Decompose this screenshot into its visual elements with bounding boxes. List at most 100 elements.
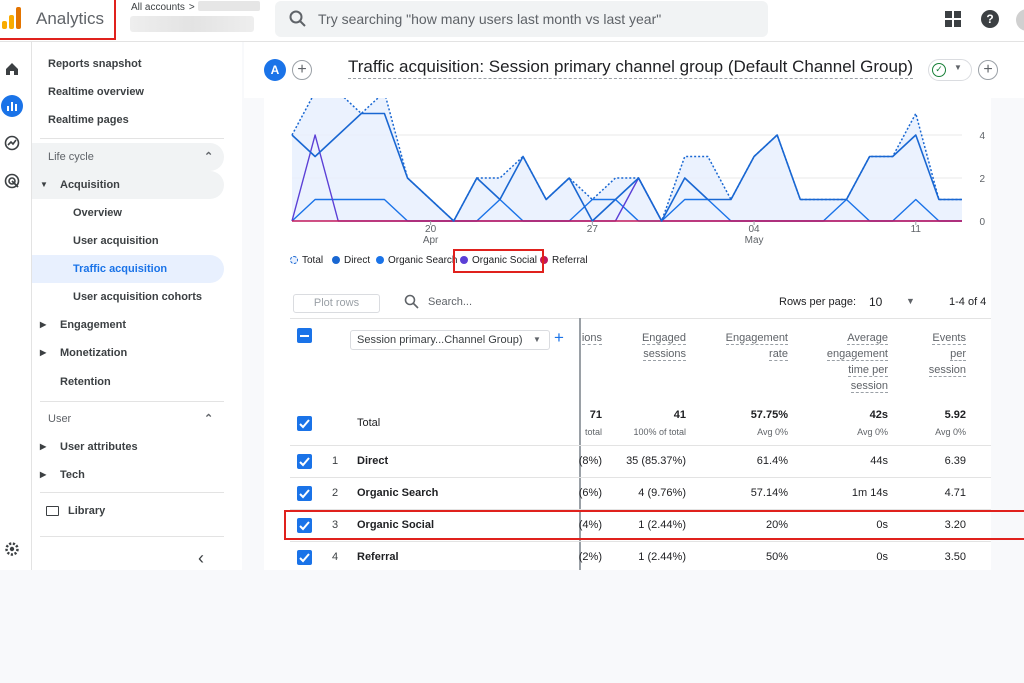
rows-per-page-select[interactable]: 10 — [869, 295, 882, 309]
x-tick-month-label: Apr — [423, 235, 439, 246]
row-channel-name[interactable]: Direct — [357, 455, 388, 467]
row-cell: 4 (9.76%) — [638, 487, 686, 499]
row-checkbox[interactable] — [297, 518, 312, 533]
search-placeholder: Try searching "how many users last month… — [318, 11, 662, 27]
dropdown-arrow-icon[interactable]: ▼ — [906, 296, 915, 306]
caret-right-icon: ▶ — [40, 470, 47, 479]
explore-icon[interactable] — [1, 132, 23, 154]
nav-traffic-acquisition[interactable]: Traffic acquisition — [32, 255, 224, 283]
legend-item-direct[interactable]: Direct — [332, 255, 370, 266]
row-cell: 20% — [765, 519, 788, 531]
row-checkbox[interactable] — [297, 486, 312, 501]
accounts-breadcrumb[interactable]: All accounts > — [131, 2, 195, 13]
column-header-sessions[interactable]: ions — [576, 330, 602, 346]
caret-right-icon: ▶ — [40, 320, 47, 329]
row-channel-name[interactable]: Organic Social — [357, 519, 434, 531]
total-cell: 57.75% — [750, 409, 788, 421]
nav-acquisition-overview[interactable]: Overview — [32, 199, 224, 227]
row-cell: 0s — [876, 551, 888, 563]
row-channel-name[interactable]: Referral — [357, 551, 399, 563]
search-bar[interactable]: Try searching "how many users last month… — [275, 1, 768, 37]
table-search-input[interactable]: Search... — [428, 296, 472, 308]
row-checkbox[interactable] — [297, 454, 312, 469]
row-divider — [290, 509, 991, 510]
nav-library[interactable]: Library — [32, 497, 224, 525]
report-navigation: Reports snapshot Realtime overview Realt… — [32, 42, 242, 570]
nav-user-attributes[interactable]: ▶ User attributes — [32, 433, 224, 461]
advertising-icon[interactable] — [1, 170, 23, 192]
column-header-engagement-rate[interactable]: Engagement rate — [712, 330, 788, 362]
nav-user-acquisition[interactable]: User acquisition — [32, 227, 224, 255]
row-channel-name[interactable]: Organic Search — [357, 487, 438, 499]
home-icon[interactable] — [1, 58, 23, 80]
row-cell: 61.4% — [756, 455, 788, 467]
settings-gear-icon[interactable] — [1, 538, 23, 560]
nav-realtime-overview[interactable]: Realtime overview — [32, 78, 224, 106]
brand-highlight[interactable]: Analytics — [0, 0, 116, 40]
column-header-engaged-sessions[interactable]: Engaged sessions — [624, 330, 686, 362]
add-comparison-icon[interactable]: + — [292, 60, 312, 80]
pagination-label: 1-4 of 4 — [949, 296, 987, 308]
app-name: Analytics — [36, 9, 105, 28]
comparison-avatar[interactable]: A — [264, 59, 286, 81]
row-number: 4 — [332, 551, 339, 563]
row-cell: 50% — [765, 551, 788, 563]
select-all-checkbox[interactable] — [297, 328, 312, 343]
add-dimension-plus-icon[interactable]: + — [554, 328, 564, 348]
nav-retention[interactable]: Retention — [32, 368, 224, 396]
total-cell: 41 — [673, 409, 686, 421]
nav-divider — [40, 536, 224, 537]
account-name-redacted — [198, 1, 260, 11]
total-row-label: Total — [357, 417, 381, 429]
legend-item-total[interactable]: Total — [290, 255, 323, 266]
legend-item-organic-search[interactable]: Organic Search — [376, 255, 457, 266]
property-name-redacted[interactable] — [130, 16, 254, 32]
dropdown-arrow-icon: ▼ — [533, 335, 541, 344]
nav-acquisition[interactable]: ▼ Acquisition — [32, 171, 224, 199]
collapse-nav-chevron-icon[interactable]: ‹ — [198, 548, 204, 569]
plot-rows-button[interactable]: Plot rows — [293, 294, 380, 313]
add-card-icon[interactable]: + — [978, 60, 998, 80]
y-tick-label: 0 — [979, 217, 985, 228]
nav-user-acquisition-cohorts[interactable]: User acquisition cohorts — [32, 283, 224, 311]
row-cell: 3.20 — [944, 519, 966, 531]
nav-monetization[interactable]: ▶ Monetization — [32, 339, 224, 367]
nav-section-lifecycle[interactable]: Life cycle ⌃ — [32, 143, 224, 171]
legend-item-referral[interactable]: Referral — [540, 255, 588, 266]
reports-icon[interactable] — [1, 95, 23, 117]
total-row-checkbox[interactable] — [297, 416, 312, 431]
caret-right-icon: ▶ — [40, 348, 47, 357]
dimension-select[interactable]: Session primary...Channel Group) ▼ — [350, 330, 550, 350]
report-header: A + Traffic acquisition: Session primary… — [244, 42, 1024, 98]
nav-engagement[interactable]: ▶ Engagement — [32, 311, 224, 339]
total-subcell: Avg 0% — [857, 427, 888, 437]
row-cell: 1m 14s — [851, 487, 888, 499]
help-icon[interactable]: ? — [981, 10, 999, 28]
row-cell: 57.14% — [750, 487, 788, 499]
report-status-dropdown[interactable]: ✓ ▼ — [928, 59, 972, 81]
account-avatar[interactable] — [1016, 9, 1024, 31]
x-tick-label: 20 — [425, 224, 437, 235]
legend-item-organic-social[interactable]: Organic Social — [460, 255, 537, 266]
row-checkbox[interactable] — [297, 550, 312, 565]
row-divider — [290, 477, 991, 478]
nav-reports-snapshot[interactable]: Reports snapshot — [32, 50, 224, 78]
chevron-up-icon: ⌃ — [204, 151, 214, 163]
total-subcell: Avg 0% — [935, 427, 966, 437]
table-toolbar: Plot rows Search... Rows per page: 10 ▼ … — [264, 288, 991, 318]
row-cell: 1 (2.44%) — [638, 519, 686, 531]
row-number: 1 — [332, 455, 339, 467]
column-header-events-per-session[interactable]: Events per session — [914, 330, 966, 378]
report-card: 0 2 4 6 20Apr 27 04May 11 Total Direct Organic … — [264, 98, 991, 570]
analytics-logo-icon — [2, 7, 22, 29]
row-cell: 1 (2.44%) — [638, 551, 686, 563]
caret-right-icon: ▶ — [40, 442, 47, 451]
caret-down-icon: ▼ — [40, 180, 48, 189]
top-bar: Analytics All accounts > Try searching "h… — [0, 0, 1024, 42]
nav-tech[interactable]: ▶ Tech — [32, 461, 224, 489]
nav-realtime-pages[interactable]: Realtime pages — [32, 106, 224, 134]
apps-grid-icon[interactable] — [945, 11, 961, 27]
nav-section-user[interactable]: User ⌃ — [32, 405, 224, 433]
column-header-avg-engagement-time[interactable]: Average engagement time per session — [814, 330, 888, 394]
report-title[interactable]: Traffic acquisition: Session primary cha… — [348, 57, 914, 79]
